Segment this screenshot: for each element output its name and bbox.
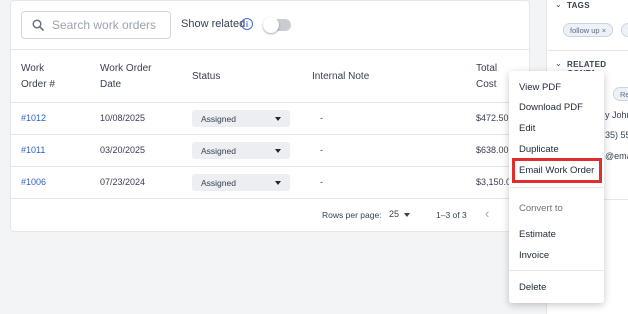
- chevron-down-icon: [275, 117, 281, 121]
- table-row[interactable]: #1012 10/08/2025 Assigned - $472.50: [11, 103, 529, 135]
- divider: [509, 270, 604, 271]
- tag-chip[interactable]: follow up ×: [563, 23, 614, 37]
- status-select[interactable]: Assigned: [192, 110, 290, 127]
- divider: [547, 50, 628, 51]
- header-work-order-date[interactable]: Work Order Date: [100, 61, 152, 93]
- tags-header[interactable]: TAGS: [567, 1, 590, 10]
- table-header: Work Order # Work Order Date Status Inte…: [11, 49, 529, 103]
- tag-label: follow up: [570, 26, 600, 35]
- menu-item-delete[interactable]: Delete: [519, 282, 546, 293]
- work-order-link[interactable]: #1006: [21, 177, 46, 187]
- rows-per-page-select[interactable]: 25: [389, 209, 399, 219]
- header-status[interactable]: Status: [192, 69, 220, 85]
- header-internal-note[interactable]: Internal Note: [312, 69, 369, 85]
- menu-section-convert-to: Convert to: [519, 203, 563, 214]
- contact-chip[interactable]: Re: [613, 87, 628, 101]
- chevron-down-icon[interactable]: [404, 213, 410, 217]
- contact-name: y Johr: [605, 110, 628, 120]
- total-cost: $638.00: [476, 145, 509, 155]
- page-range: 1–3 of 3: [436, 210, 467, 220]
- table-row[interactable]: #1011 03/20/2025 Assigned - $638.00: [11, 135, 529, 167]
- divider: [509, 187, 604, 188]
- work-order-link[interactable]: #1012: [21, 113, 46, 123]
- internal-note: -: [320, 113, 323, 123]
- contact-email[interactable]: @ema: [605, 151, 628, 161]
- header-work-order-num[interactable]: Work Order #: [21, 61, 55, 93]
- search-box[interactable]: [21, 11, 171, 39]
- status-select[interactable]: Assigned: [192, 142, 290, 159]
- work-orders-card: Show related i Work Order # Work Order D…: [10, 0, 530, 232]
- search-input[interactable]: [52, 18, 162, 32]
- work-order-date: 07/23/2024: [100, 177, 146, 187]
- chevron-down-icon[interactable]: ⌄: [555, 59, 562, 68]
- total-cost: $472.50: [476, 113, 509, 123]
- contact-phone[interactable]: 35) 555: [605, 130, 628, 140]
- internal-note: -: [320, 145, 323, 155]
- internal-note: -: [320, 177, 323, 187]
- toggle-knob: [263, 17, 279, 33]
- search-icon: [32, 19, 44, 31]
- show-related-label: Show related: [181, 18, 246, 30]
- table-row[interactable]: #1006 07/23/2024 Assigned - $3,150.0: [11, 167, 529, 199]
- menu-item-download-pdf[interactable]: Download PDF: [519, 102, 583, 113]
- work-order-link[interactable]: #1011: [21, 145, 45, 155]
- work-order-date: 10/08/2025: [100, 113, 146, 123]
- status-value: Assigned: [201, 146, 236, 156]
- rows-per-page-label: Rows per page:: [322, 210, 382, 220]
- work-order-date: 03/20/2025: [100, 145, 146, 155]
- menu-item-invoice[interactable]: Invoice: [519, 250, 549, 261]
- chevron-down-icon: [275, 149, 281, 153]
- highlight-box: [512, 158, 602, 183]
- menu-item-edit[interactable]: Edit: [519, 123, 535, 134]
- row-actions-menu: View PDF Download PDF Edit Duplicate Ema…: [509, 71, 604, 303]
- previous-page-button[interactable]: ‹: [485, 206, 489, 221]
- tag-chip[interactable]: r: [621, 23, 628, 37]
- show-related-toggle[interactable]: [263, 17, 291, 33]
- status-value: Assigned: [201, 178, 236, 188]
- info-icon[interactable]: i: [241, 18, 253, 30]
- status-select[interactable]: Assigned: [192, 174, 290, 191]
- close-icon[interactable]: ×: [602, 26, 606, 35]
- total-cost: $3,150.0: [476, 177, 512, 187]
- pagination: Rows per page: 25 1–3 of 3 ‹: [11, 199, 529, 231]
- menu-item-view-pdf[interactable]: View PDF: [519, 82, 561, 93]
- chevron-down-icon[interactable]: ⌄: [555, 0, 562, 9]
- chevron-down-icon: [275, 181, 281, 185]
- status-value: Assigned: [201, 114, 236, 124]
- menu-item-duplicate[interactable]: Duplicate: [519, 144, 559, 155]
- menu-item-estimate[interactable]: Estimate: [519, 229, 556, 240]
- header-total-cost[interactable]: Total Cost: [476, 61, 497, 93]
